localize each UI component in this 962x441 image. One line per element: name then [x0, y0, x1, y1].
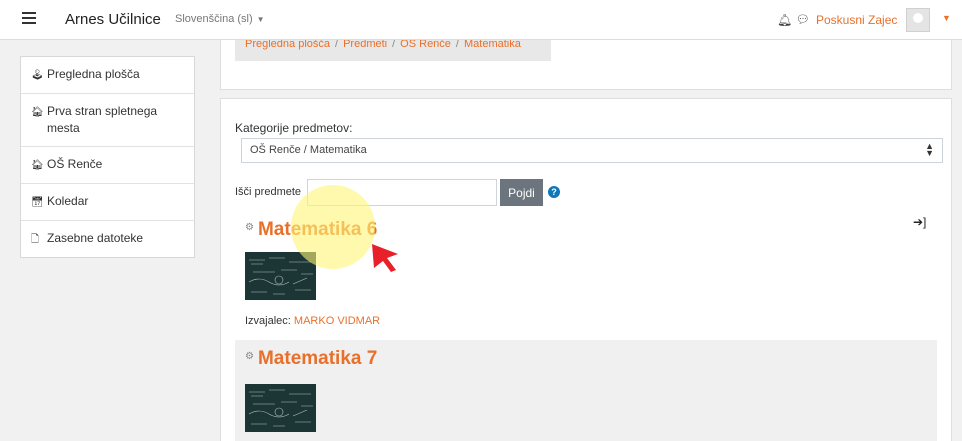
category-label: Kategorije predmetov:	[235, 121, 353, 135]
course-title-link[interactable]: ⚙︎ Matematika 6	[245, 219, 377, 241]
course-image[interactable]	[245, 384, 316, 432]
chalkboard-image	[245, 252, 316, 300]
search-go-button[interactable]: Pojdi	[500, 179, 543, 206]
course-title: Matematika 6	[257, 219, 378, 240]
sidebar-item-school[interactable]: 🏠︎ OŠ Renče	[21, 147, 194, 184]
messages-icon[interactable]: 💬︎	[796, 13, 810, 26]
category-select[interactable]: OŠ Renče / Matematika ▲ ▼	[241, 138, 943, 163]
caret-down-icon: ▼	[256, 15, 265, 24]
sidebar-item-label: OŠ Renče	[47, 157, 103, 171]
user-menu-caret-icon[interactable]: ▼	[942, 13, 951, 23]
teacher-label: Izvajalec:	[245, 315, 291, 327]
course-title-link[interactable]: ⚙︎ Matematika 7	[245, 348, 377, 370]
calendar-icon: 📅︎	[31, 197, 44, 208]
enrol-icon[interactable]: ➔]	[913, 215, 926, 229]
sidebar: 🕹︎ Pregledna plošča 🏠︎ Prva stran spletn…	[20, 56, 195, 258]
language-label: Slovenščina (sl)	[175, 13, 253, 25]
chalkboard-image	[245, 384, 316, 432]
notifications-bell-icon[interactable]: 🔔︎	[777, 13, 792, 27]
sidebar-item-label: Pregledna plošča	[47, 67, 140, 81]
home-icon: 🏠︎	[31, 160, 44, 171]
course-image[interactable]	[245, 252, 316, 300]
menu-toggle-icon[interactable]	[22, 12, 36, 26]
file-icon: 🗋︎	[31, 234, 40, 245]
select-arrows-icon: ▲ ▼	[925, 141, 934, 158]
language-menu[interactable]: Slovenščina (sl) ▼	[175, 13, 265, 25]
sidebar-item-calendar[interactable]: 📅︎ Koledar	[21, 184, 194, 221]
sidebar-item-site-home[interactable]: 🏠︎ Prva stran spletnega mesta	[21, 94, 194, 147]
course-icon: ⚙︎	[245, 221, 254, 233]
help-icon[interactable]: ?	[548, 186, 560, 198]
course-teacher: Izvajalec: MARKO VIDMAR	[245, 315, 380, 327]
top-navbar: Arnes Učilnice Slovenščina (sl) ▼ 🔔︎ 💬︎ P…	[0, 0, 962, 40]
search-input[interactable]	[307, 179, 497, 206]
course-title: Matematika 7	[257, 348, 378, 369]
course-item: ⚙︎ Matematika 7	[235, 340, 937, 441]
dashboard-icon: 🕹︎	[31, 70, 44, 81]
avatar[interactable]	[906, 8, 930, 32]
teacher-name-link[interactable]: MARKO VIDMAR	[294, 315, 380, 327]
course-category-card: Kategorije predmetov: OŠ Renče / Matemat…	[220, 98, 952, 441]
course-icon: ⚙︎	[245, 350, 254, 362]
course-item: ⚙︎ Matematika 6 ➔] Izvajalec: MARKO VIDM…	[235, 211, 937, 336]
search-label: Išči predmete	[235, 186, 302, 198]
sidebar-item-label: Prva stran spletnega mesta	[47, 104, 158, 135]
sidebar-item-dashboard[interactable]: 🕹︎ Pregledna plošča	[21, 57, 194, 94]
sidebar-item-private-files[interactable]: 🗋︎ Zasebne datoteke	[21, 221, 194, 257]
sidebar-item-label: Zasebne datoteke	[47, 231, 144, 245]
site-name[interactable]: Arnes Učilnice	[65, 11, 161, 28]
home-icon: 🏠︎	[31, 107, 44, 118]
user-name[interactable]: Poskusni Zajec	[816, 13, 897, 27]
sidebar-item-label: Koledar	[47, 194, 89, 208]
category-select-value: OŠ Renče / Matematika	[250, 144, 367, 156]
